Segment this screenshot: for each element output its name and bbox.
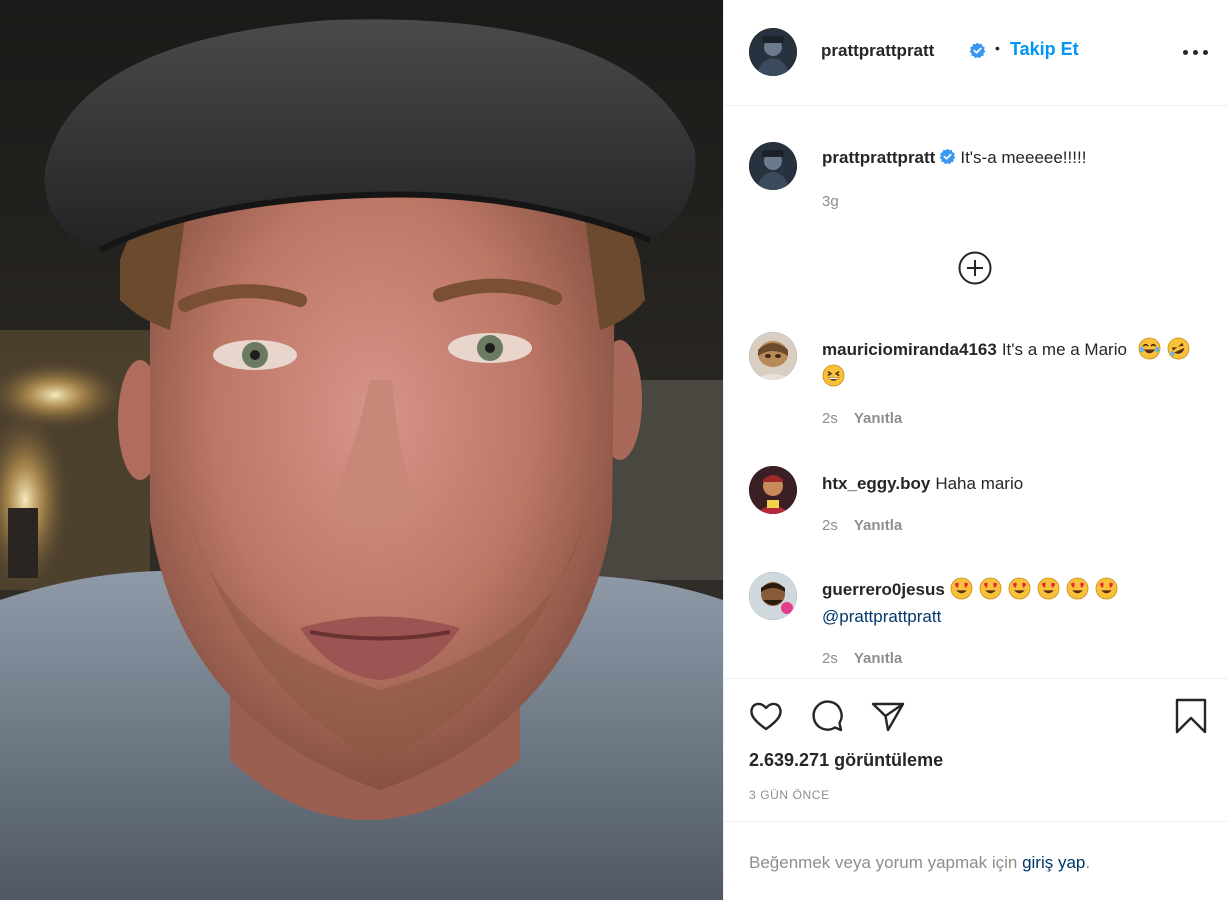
avatar-image — [749, 142, 797, 190]
caption-line: prattprattpratt It's-a meeeee!!!!! — [822, 148, 1086, 168]
separator-dot: • — [995, 40, 1000, 56]
heart-eyes-emoji — [950, 577, 973, 600]
comment-text: Haha mario — [935, 474, 1024, 493]
reply-button[interactable]: Yanıtla — [854, 410, 902, 427]
verified-badge-icon — [969, 42, 986, 59]
caption-author-username[interactable]: prattprattpratt — [822, 148, 935, 167]
post-date[interactable]: 3 GÜN ÖNCE — [749, 788, 830, 802]
comment-timestamp: 2s — [822, 650, 838, 667]
bookmark-icon[interactable] — [1172, 697, 1210, 735]
login-link[interactable]: giriş yap — [1022, 853, 1085, 872]
comment-body: mauriciomiranda4163 It's a me a Mario — [822, 336, 1202, 390]
caption-timestamp: 3g — [822, 193, 839, 210]
laugh-tears-emoji — [1138, 337, 1161, 360]
heart-eyes-emoji — [1008, 577, 1031, 600]
post-actions: 2.639.271 görüntüleme 3 GÜN ÖNCE — [724, 678, 1227, 821]
comment-timestamp: 2s — [822, 410, 838, 427]
comment-item: mauriciomiranda4163 It's a me a Mario 2s… — [749, 332, 1209, 442]
commenter-avatar[interactable] — [749, 466, 797, 514]
comment-item: htx_eggy.boy Haha mario 2s Yanıtla — [749, 466, 1209, 546]
heart-eyes-emoji — [1095, 577, 1118, 600]
login-suffix: . — [1085, 853, 1091, 872]
comment-text: It's a me a Mario — [1001, 340, 1127, 359]
reply-button[interactable]: Yanıtla — [854, 650, 902, 667]
comment-body: guerrero0jesus @prattprattpratt — [822, 576, 1202, 630]
author-avatar[interactable] — [749, 28, 797, 76]
comment-body: htx_eggy.boy Haha mario — [822, 470, 1202, 497]
reply-button[interactable]: Yanıtla — [854, 517, 902, 534]
login-prompt: Beğenmek veya yorum yapmak için giriş ya… — [724, 821, 1227, 900]
comment-bubble-icon[interactable] — [808, 697, 846, 735]
comment-username[interactable]: guerrero0jesus — [822, 580, 945, 599]
author-username[interactable]: prattprattpratt — [821, 41, 934, 61]
caption-author-avatar[interactable] — [749, 142, 797, 190]
heart-eyes-emoji — [1066, 577, 1089, 600]
heart-eyes-emoji — [1037, 577, 1060, 600]
grin-squint-emoji — [822, 364, 845, 387]
follow-button[interactable]: Takip Et — [1010, 39, 1079, 60]
comment-meta: 2s Yanıtla — [822, 517, 902, 534]
commenter-avatar[interactable] — [749, 572, 797, 620]
caption-text: It's-a meeeee!!!!! — [960, 148, 1087, 167]
comment-meta: 2s Yanıtla — [822, 410, 902, 427]
comment-item: guerrero0jesus @prattprattpratt 2s Yanıt… — [749, 572, 1209, 678]
paper-plane-icon[interactable] — [869, 697, 907, 735]
login-prompt-text: Beğenmek veya yorum yapmak için giriş ya… — [749, 853, 1090, 873]
post-video[interactable] — [0, 0, 723, 900]
view-count: 2.639.271 görüntüleme — [749, 750, 944, 770]
login-prefix: Beğenmek veya yorum yapmak için — [749, 853, 1018, 872]
post-header: prattprattpratt • Takip Et — [724, 0, 1227, 106]
comment-meta: 2s Yanıtla — [822, 650, 902, 667]
avatar-image — [749, 466, 797, 514]
avatar-image — [749, 332, 797, 380]
comments-list[interactable]: mauriciomiranda4163 It's a me a Mario 2s… — [724, 320, 1227, 678]
comment-username[interactable]: htx_eggy.boy — [822, 474, 930, 493]
heart-eyes-emoji — [979, 577, 1002, 600]
avatar-image — [749, 572, 797, 620]
comment-username[interactable]: mauriciomiranda4163 — [822, 340, 997, 359]
rofl-emoji — [1167, 337, 1190, 360]
commenter-avatar[interactable] — [749, 332, 797, 380]
avatar-image — [749, 28, 797, 76]
video-frame-illustration — [0, 0, 723, 900]
post-sidebar: prattprattpratt • Takip Et prattprattpra… — [723, 0, 1227, 900]
verified-badge-icon — [940, 148, 956, 165]
heart-icon[interactable] — [747, 697, 785, 735]
comment-timestamp: 2s — [822, 517, 838, 534]
comment-mention-link[interactable]: @prattprattpratt — [822, 607, 941, 626]
more-options-icon[interactable] — [1182, 38, 1210, 66]
plus-circle-icon[interactable] — [958, 251, 992, 285]
